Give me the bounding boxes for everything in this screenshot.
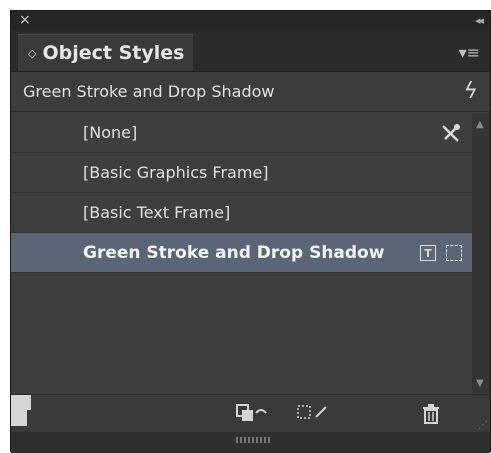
scroll-up-icon[interactable]: ▲ (476, 119, 484, 130)
scroll-down-icon[interactable]: ▼ (476, 378, 484, 389)
panel-menu-icon[interactable]: ▾≡ (459, 43, 480, 62)
current-style-bar: Green Stroke and Drop Shadow ϟ (11, 72, 490, 112)
close-icon[interactable]: × (19, 12, 31, 28)
quick-apply-icon[interactable]: ϟ (463, 79, 478, 104)
grip-lines (236, 437, 272, 443)
panel-title-bar: × ◂◂ (11, 11, 490, 31)
current-style-label: Green Stroke and Drop Shadow (23, 82, 275, 101)
create-new-style-icon[interactable] (11, 410, 27, 426)
style-label: [None] (83, 123, 138, 142)
collapse-panel-icon[interactable]: ◂◂ (475, 14, 484, 27)
clear-overrides-icon[interactable] (236, 403, 270, 423)
clear-non-defined-attributes-icon[interactable] (296, 403, 330, 423)
style-row-basic-graphics-frame[interactable]: [Basic Graphics Frame] (11, 153, 472, 193)
style-row-basic-text-frame[interactable]: [Basic Text Frame] (11, 193, 472, 233)
object-styles-panel: × ◂◂ ◇ Object Styles ▾≡ Green Stroke and… (10, 10, 491, 453)
style-row-none[interactable]: [None] (11, 113, 472, 153)
default-text-frame-icon[interactable]: T (420, 245, 436, 261)
style-label: Green Stroke and Drop Shadow (83, 242, 385, 263)
style-row-green-stroke-drop-shadow[interactable]: Green Stroke and Drop Shadow T (11, 233, 472, 273)
style-label: [Basic Graphics Frame] (83, 163, 269, 182)
new-style-group-icon[interactable] (11, 395, 31, 410)
delete-style-icon[interactable] (421, 403, 441, 425)
scrollbar[interactable]: ▲ ▼ (472, 113, 490, 393)
resize-handle-icon[interactable]: ⋰ (478, 420, 488, 431)
style-label: [Basic Text Frame] (83, 203, 231, 222)
tab-toggle-icon[interactable]: ◇ (28, 48, 36, 59)
panel-resize-grip[interactable] (11, 432, 490, 453)
panel-tab-row: ◇ Object Styles ▾≡ (11, 31, 490, 72)
panel-title: Object Styles (42, 42, 185, 64)
clear-style-icon[interactable] (440, 122, 462, 144)
tab-object-styles[interactable]: ◇ Object Styles (18, 34, 193, 71)
panel-bottom-toolbar: ⋰ (11, 394, 490, 433)
default-graphic-frame-icon[interactable] (446, 245, 462, 261)
style-list: [None] [Basic Graphics Frame] [Basic Tex… (11, 113, 472, 393)
